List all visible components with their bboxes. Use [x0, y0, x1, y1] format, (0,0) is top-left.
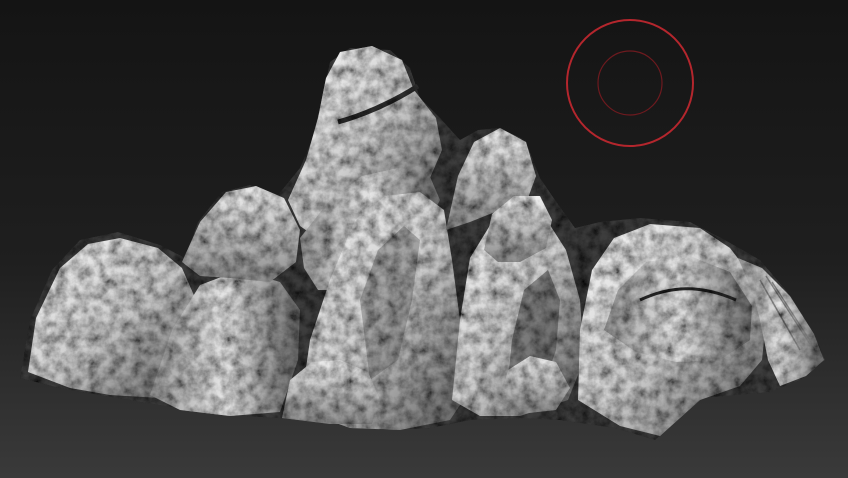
sculpt-viewport[interactable]: [0, 0, 848, 478]
